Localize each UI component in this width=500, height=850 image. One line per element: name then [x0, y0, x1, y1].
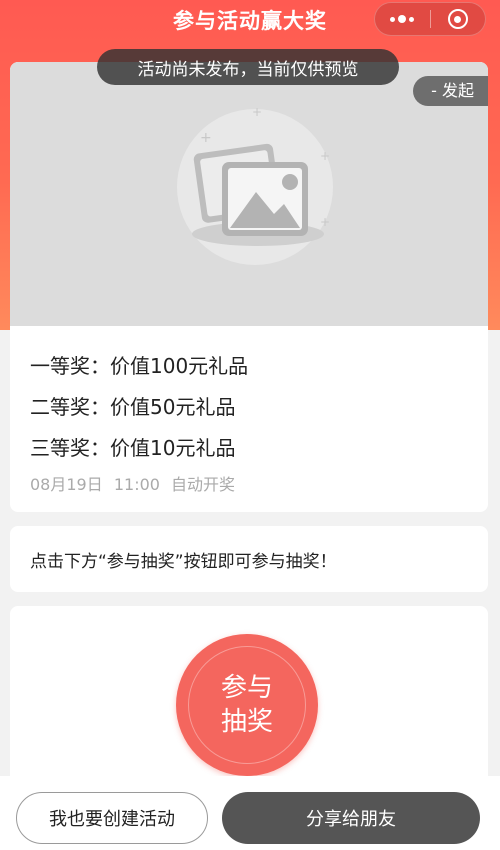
more-dots-icon [390, 15, 415, 23]
prize-item-first: 一等奖：价值100元礼品 [30, 354, 249, 378]
more-menu-button[interactable] [375, 3, 430, 35]
draw-date: 08月19日 [30, 475, 103, 494]
svg-text:+: + [252, 105, 262, 119]
mini-program-capsule [374, 2, 486, 36]
create-activity-button[interactable]: 我也要创建活动 [16, 792, 208, 844]
preview-toast: 活动尚未发布，当前仅供预览 [97, 49, 399, 85]
target-close-icon [447, 9, 468, 29]
join-button-ring: 参与抽奖 [188, 646, 306, 764]
prize-item-third: 三等奖：价值10元礼品 [30, 436, 236, 460]
hint-card: 点击下方“参与抽奖”按钮即可参与抽奖！ [10, 526, 488, 592]
draw-info: 08月19日 11:00 自动开奖 [30, 471, 488, 495]
draw-mode: 自动开奖 [171, 475, 236, 494]
top-bar: 参与活动赢大奖 [0, 0, 500, 40]
hint-text: 点击下方“参与抽奖”按钮即可参与抽奖！ [30, 551, 337, 572]
join-button-label: 参与抽奖 [220, 673, 273, 737]
image-placeholder-icon: + + + + [177, 105, 333, 265]
draw-time: 11:00 [113, 475, 160, 494]
page-title: 参与活动赢大奖 [173, 9, 327, 33]
prize-item-second: 二等奖：价值50元礼品 [30, 395, 236, 419]
prize-list: 一等奖：价值100元礼品 二等奖：价值50元礼品 三等奖：价值10元礼品 08月… [10, 326, 488, 495]
join-lottery-button[interactable]: 参与抽奖 [176, 634, 318, 776]
share-to-friend-button[interactable]: 分享给朋友 [222, 792, 480, 844]
svg-text:+: + [320, 149, 330, 163]
activity-card: + + + + - 发起 一等奖：价值100元礼品 二等奖：价值50元礼品 三等… [10, 62, 488, 512]
svg-text:+: + [320, 215, 330, 229]
close-mini-program-button[interactable] [431, 3, 486, 35]
svg-text:+: + [200, 130, 212, 146]
cover-image[interactable]: + + + + - 发起 [10, 62, 488, 326]
launcher-tag[interactable]: - 发起 [413, 76, 488, 106]
bottom-bar: 我也要创建活动 分享给朋友 [0, 776, 500, 850]
